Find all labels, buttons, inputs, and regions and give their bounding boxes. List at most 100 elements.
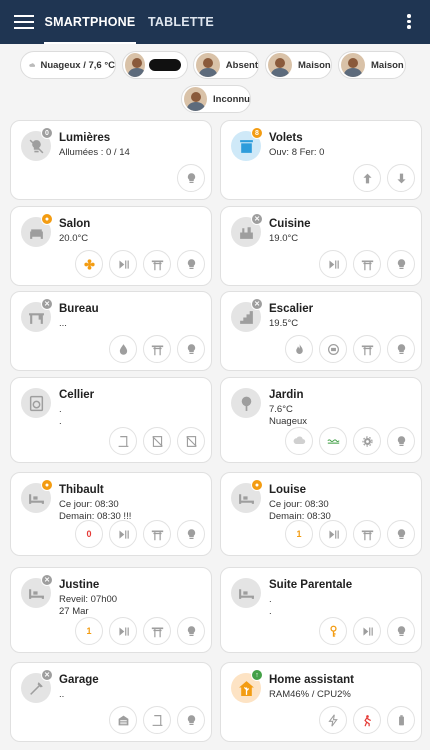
hamburger-menu-icon[interactable]	[14, 12, 34, 32]
torii-gate-icon	[151, 259, 163, 270]
card-home-assistant[interactable]: ↑ Home assistant RAM46% / CPU2%	[220, 662, 422, 742]
avatar	[184, 87, 208, 111]
person-chip-1[interactable]	[122, 51, 188, 79]
counter-button[interactable]: 1	[75, 617, 103, 645]
lightbulb-button[interactable]	[387, 250, 415, 278]
card-title: Jardin	[269, 389, 304, 401]
battery-button[interactable]	[387, 706, 415, 734]
play-pause-button[interactable]	[109, 520, 137, 548]
lightbulb-button[interactable]	[387, 520, 415, 548]
torii-gate-button[interactable]	[353, 250, 381, 278]
lightbulb-button[interactable]	[177, 335, 205, 363]
lightbulb-button[interactable]	[387, 427, 415, 455]
play-pause-button[interactable]	[319, 250, 347, 278]
card-volets[interactable]: 8 Volets Ouv: 8 Fer: 0	[220, 120, 422, 200]
card-suite-parentale[interactable]: Suite Parentale . .	[220, 567, 422, 653]
avatar	[125, 53, 146, 77]
card-date: 27 Mar	[59, 606, 89, 617]
no-motion-badge: ✕	[41, 574, 53, 586]
play-pause-button[interactable]	[109, 250, 137, 278]
play-pause-button[interactable]	[353, 617, 381, 645]
lightbulb-button[interactable]	[177, 164, 205, 192]
garage-door-button[interactable]	[109, 706, 137, 734]
person-chip-2[interactable]: Absent	[193, 51, 259, 79]
weather-chip[interactable]: Nuageux / 7,6 °C	[20, 51, 116, 79]
lightbulb-button[interactable]	[177, 706, 205, 734]
radiator-button[interactable]	[319, 335, 347, 363]
counter-button[interactable]: 0	[75, 520, 103, 548]
counter-button[interactable]: 1	[285, 520, 313, 548]
close-shutters-button[interactable]	[387, 164, 415, 192]
card-salon[interactable]: ● Salon 20.0°C	[10, 206, 212, 286]
card-title: Suite Parentale	[269, 579, 353, 591]
torii-gate-icon	[151, 344, 163, 355]
humidity-button[interactable]	[109, 335, 137, 363]
card-escalier[interactable]: ✕ Escalier 19.5°C	[220, 291, 422, 371]
power-button[interactable]	[319, 706, 347, 734]
door-icon	[118, 435, 128, 447]
card-status: ...	[59, 318, 67, 329]
flower-button[interactable]	[75, 250, 103, 278]
torii-gate-button[interactable]	[353, 335, 381, 363]
fire-icon	[295, 343, 303, 354]
lightbulb-button[interactable]	[177, 617, 205, 645]
water-level-button[interactable]	[319, 427, 347, 455]
running-person-alert-icon	[363, 714, 371, 726]
no-motion-badge: ✕	[251, 213, 263, 225]
card-status-2: .	[59, 416, 62, 427]
weather-button[interactable]	[285, 427, 313, 455]
play-pause-button[interactable]	[109, 617, 137, 645]
card-status: Ouv: 8 Fer: 0	[269, 147, 325, 158]
lightbulb-button[interactable]	[177, 250, 205, 278]
torii-gate-button[interactable]	[143, 335, 171, 363]
card-lumieres[interactable]: 0 Lumières Allumées : 0 / 14	[10, 120, 212, 200]
open-shutters-button[interactable]	[353, 164, 381, 192]
lightbulb-icon	[187, 625, 195, 636]
settings-button[interactable]	[353, 427, 381, 455]
card-cellier[interactable]: Cellier . .	[10, 377, 212, 463]
card-weather: Nuageux	[269, 416, 308, 427]
gear-icon	[361, 435, 373, 447]
card-cuisine[interactable]: ✕ Cuisine 19.0°C	[220, 206, 422, 286]
card-louise[interactable]: ● Louise Ce jour: 08:30 Demain: 08:30 1	[220, 472, 422, 556]
card-jardin[interactable]: Jardin 7.6°C Nuageux	[220, 377, 422, 463]
arrow-down-icon	[396, 173, 406, 183]
card-status: ..	[59, 689, 65, 700]
card-title: Bureau	[59, 303, 99, 315]
card-garage[interactable]: ✕ Garage ..	[10, 662, 212, 742]
alarm-button[interactable]	[353, 706, 381, 734]
torii-gate-button[interactable]	[143, 617, 171, 645]
card-title: Escalier	[269, 303, 314, 315]
no-motion-badge: ✕	[251, 298, 263, 310]
avatar	[268, 53, 292, 77]
card-thibault[interactable]: ● Thibault Ce jour: 08:30 Demain: 08:30 …	[10, 472, 212, 556]
door-button[interactable]	[143, 706, 171, 734]
card-bureau[interactable]: ✕ Bureau ...	[10, 291, 212, 371]
card-justine[interactable]: ✕ Justine Reveil: 07h00 27 Mar 1	[10, 567, 212, 653]
play-pause-icon	[118, 529, 129, 539]
person-chip-4[interactable]: Maison	[338, 51, 406, 79]
water-drop-icon	[119, 343, 127, 355]
lightbulb-button[interactable]	[387, 617, 415, 645]
lightbulb-button[interactable]	[387, 335, 415, 363]
person-chip-3[interactable]: Maison	[265, 51, 332, 79]
lightbulb-button[interactable]	[177, 520, 205, 548]
tab-tablette[interactable]: TABLETTE	[148, 0, 214, 44]
torii-gate-button[interactable]	[143, 250, 171, 278]
appliance-off-button-2[interactable]	[177, 427, 205, 455]
more-vertical-icon[interactable]	[406, 14, 412, 32]
card-title: Salon	[59, 218, 91, 230]
key-button[interactable]	[319, 617, 347, 645]
bed-icon	[231, 578, 261, 608]
play-pause-icon	[328, 529, 339, 539]
heating-button[interactable]	[285, 335, 313, 363]
play-pause-button[interactable]	[319, 520, 347, 548]
tab-smartphone[interactable]: SMARTPHONE	[44, 0, 136, 44]
door-button[interactable]	[109, 427, 137, 455]
lightbulb-icon	[187, 714, 195, 725]
torii-gate-button[interactable]	[353, 520, 381, 548]
person-chip-5[interactable]: Inconnu	[181, 85, 251, 113]
appliance-off-button[interactable]	[143, 427, 171, 455]
torii-gate-button[interactable]	[143, 520, 171, 548]
appliance-off-icon	[151, 435, 163, 447]
